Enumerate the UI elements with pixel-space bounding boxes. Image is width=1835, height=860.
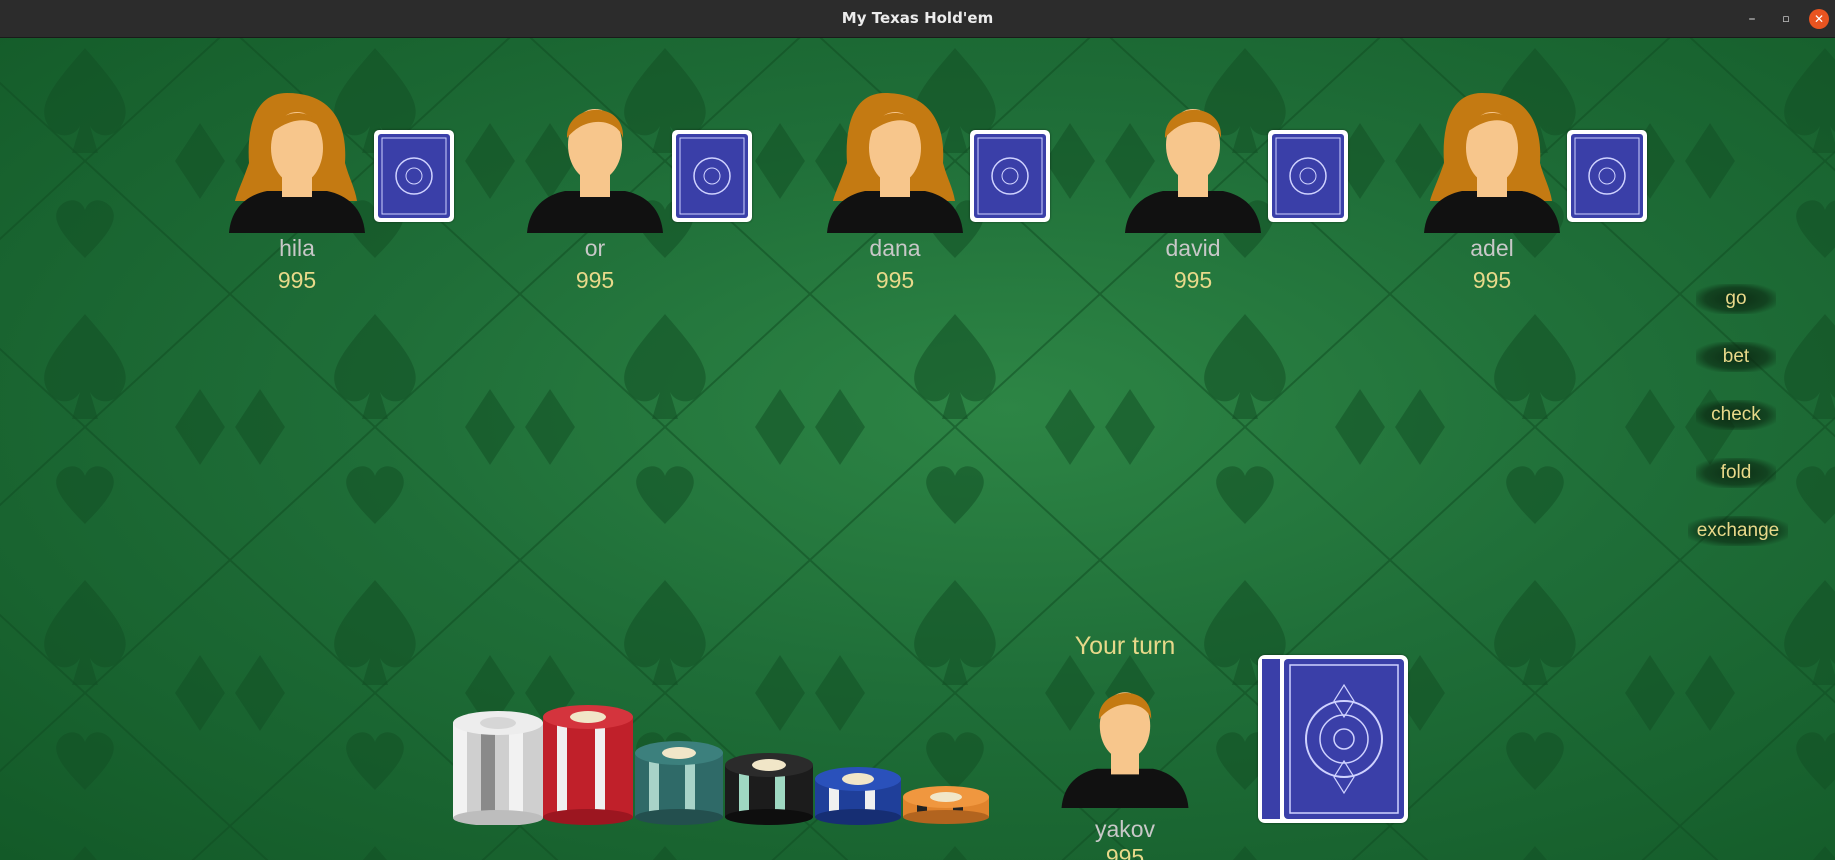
opponent-chip-count: 995: [277, 267, 317, 293]
your-turn-label: Your turn: [1074, 632, 1176, 660]
opponent-card-back: [1268, 130, 1348, 222]
blue-chip-stack: [815, 767, 901, 825]
bet-button[interactable]: bet: [1696, 342, 1776, 372]
exchange-button[interactable]: exchange: [1688, 516, 1788, 546]
player-chip-count: 995: [1105, 844, 1145, 860]
male-avatar-icon: [1125, 109, 1261, 233]
teal-chip-stack: [635, 741, 723, 825]
female-avatar-icon: [229, 93, 365, 233]
opponent-chip-count: 995: [1472, 267, 1512, 293]
close-button[interactable]: ✕: [1809, 9, 1829, 29]
check-button[interactable]: check: [1696, 400, 1776, 430]
opponent-card-back: [672, 130, 752, 222]
male-avatar-icon: [1061, 692, 1189, 808]
opponent-chip-count: 995: [1173, 267, 1213, 293]
opponent-name: david: [1165, 235, 1221, 261]
maximize-button[interactable]: ▫: [1776, 9, 1796, 29]
opponent-card-back: [374, 130, 454, 222]
male-avatar-icon: [527, 109, 663, 233]
go-button[interactable]: go: [1696, 284, 1776, 314]
female-avatar-icon: [1424, 93, 1560, 233]
chip-stacks[interactable]: [445, 703, 1005, 825]
window-title-bar: My Texas Hold'em – ▫ ✕: [0, 0, 1835, 38]
opponent-seat: david 995: [1123, 83, 1283, 293]
opponent-chip-count: 995: [875, 267, 915, 293]
black-chip-stack: [725, 753, 813, 825]
female-avatar-icon: [827, 93, 963, 233]
fold-button[interactable]: fold: [1696, 458, 1776, 488]
opponent-seat: or 995: [525, 83, 685, 293]
red-chip-stack: [543, 705, 633, 825]
opponent-name: hila: [279, 235, 315, 261]
opponent-name: adel: [1470, 235, 1514, 261]
opponent-seat: adel 995: [1422, 83, 1582, 293]
opponent-seat: dana 995: [825, 83, 985, 293]
opponent-card-back: [970, 130, 1050, 222]
opponent-chip-count: 995: [575, 267, 615, 293]
minimize-button[interactable]: –: [1742, 9, 1762, 29]
white-chip-stack: [453, 711, 543, 825]
opponent-card-back: [1567, 130, 1647, 222]
deck-card[interactable]: [1258, 655, 1408, 823]
opponent-name: or: [584, 235, 606, 261]
orange-chip-stack: [903, 786, 989, 824]
opponent-name: dana: [869, 235, 921, 261]
poker-table: hila 995 or 995 dana 995 david 995 adel …: [0, 38, 1835, 860]
player-name: yakov: [1094, 816, 1156, 842]
window-title: My Texas Hold'em: [841, 9, 994, 27]
opponent-seat: hila 995: [227, 83, 387, 293]
player-seat: yakov 995: [1055, 668, 1215, 860]
